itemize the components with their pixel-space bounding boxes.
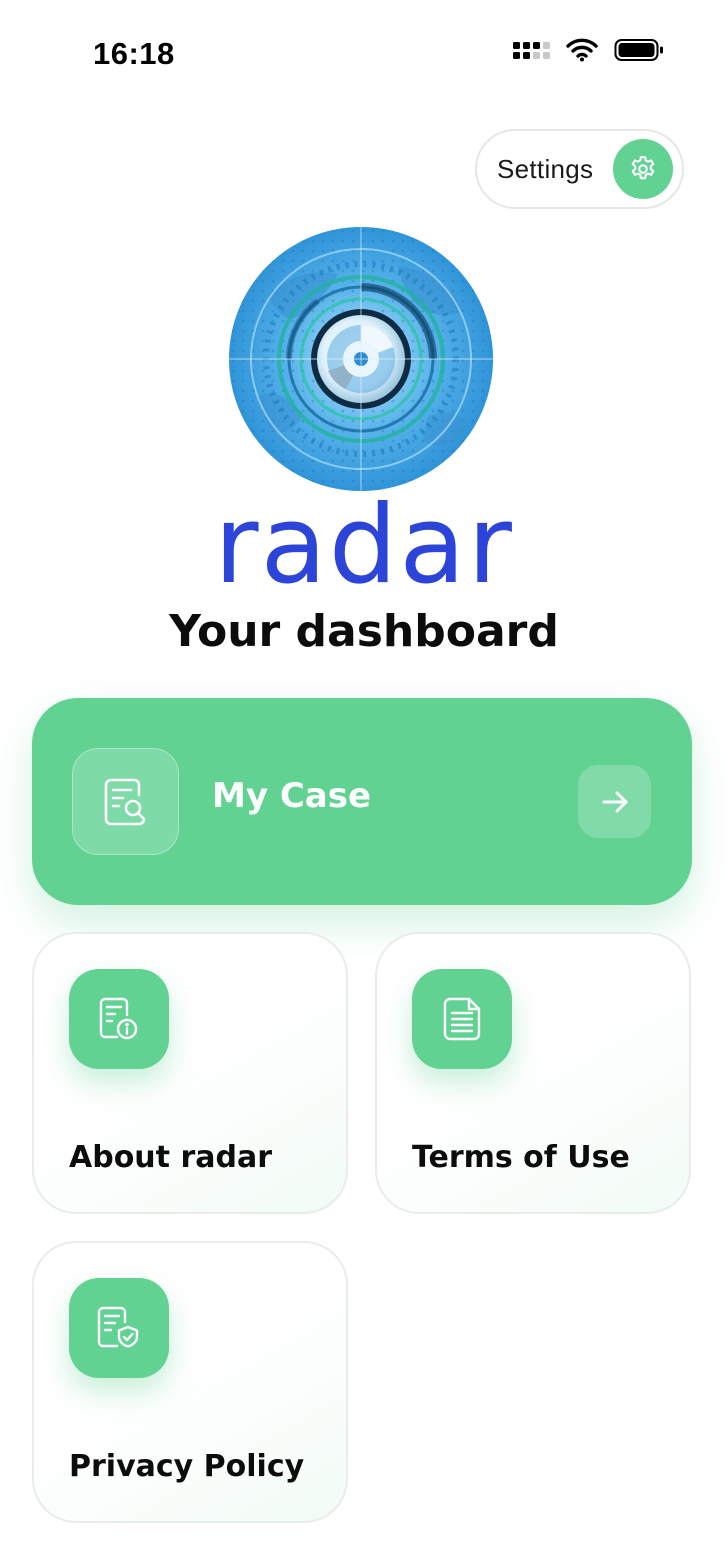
- arrow-right-icon[interactable]: [578, 765, 651, 838]
- wifi-icon: [566, 38, 598, 62]
- document-search-icon: [72, 748, 179, 855]
- gear-icon: [613, 139, 673, 199]
- my-case-label: My Case: [212, 776, 372, 816]
- about-radar-label: About radar: [69, 1140, 272, 1175]
- about-radar-tile[interactable]: About radar: [32, 932, 348, 1214]
- document-info-icon: [69, 969, 169, 1069]
- status-time: 16:18: [93, 36, 175, 71]
- privacy-policy-tile[interactable]: Privacy Policy: [32, 1241, 348, 1523]
- cellular-signal-icon: [513, 41, 550, 59]
- document-shield-icon: [69, 1278, 169, 1378]
- battery-icon: [614, 39, 663, 61]
- terms-of-use-label: Terms of Use: [412, 1140, 630, 1175]
- dashboard-screen: 16:18 Settings radar Your dashboard My C…: [0, 0, 728, 1568]
- my-case-card[interactable]: My Case: [32, 698, 692, 905]
- status-icons: [513, 38, 664, 62]
- page-title: Your dashboard: [169, 606, 559, 657]
- terms-of-use-tile[interactable]: Terms of Use: [375, 932, 691, 1214]
- radar-globe-logo: [229, 227, 493, 491]
- radar-wordmark: radar: [214, 483, 514, 608]
- document-text-icon: [412, 969, 512, 1069]
- settings-button[interactable]: Settings: [475, 129, 684, 209]
- privacy-policy-label: Privacy Policy: [69, 1449, 305, 1484]
- settings-label: Settings: [497, 153, 594, 184]
